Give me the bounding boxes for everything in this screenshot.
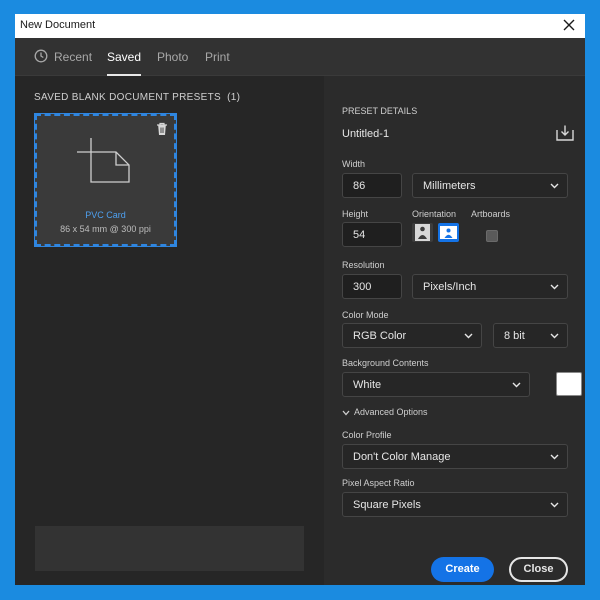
width-unit-value: Millimeters (423, 179, 476, 192)
resolution-label: Resolution (342, 260, 385, 270)
artboards-label: Artboards (471, 209, 511, 219)
chevron-down-icon (550, 454, 559, 459)
title-bar: New Document (15, 14, 585, 38)
width-unit-select[interactable]: Millimeters (412, 173, 568, 198)
color-profile-label: Color Profile (342, 430, 392, 440)
height-input[interactable]: 54 (342, 222, 402, 247)
tab-photo[interactable]: Photo (157, 50, 188, 76)
bit-depth-select[interactable]: 8 bit (493, 323, 568, 348)
color-profile-value: Don't Color Manage (353, 450, 451, 463)
tab-saved[interactable]: Saved (107, 50, 142, 76)
background-contents-select[interactable]: White (342, 372, 530, 397)
preset-details-heading: PRESET DETAILS (342, 106, 418, 116)
height-label: Height (342, 209, 369, 219)
create-button[interactable]: Create (431, 557, 494, 582)
landscape-orientation-button[interactable] (438, 223, 459, 242)
presets-pane: SAVED BLANK DOCUMENT PRESETS (1) PVC Car… (15, 76, 324, 585)
background-contents-label: Background Contents (342, 358, 429, 368)
save-preset-icon[interactable] (556, 125, 574, 141)
preset-dimensions: 86 x 54 mm @ 300 ppi (60, 224, 151, 234)
resolution-unit-value: Pixels/Inch (423, 280, 477, 293)
document-name-field[interactable]: Untitled-1 (342, 122, 546, 146)
chevron-down-icon (464, 333, 473, 338)
resolution-input[interactable]: 300 (342, 274, 402, 299)
window-title: New Document (20, 19, 96, 31)
chevron-down-icon (550, 284, 559, 289)
width-label: Width (342, 159, 366, 169)
chevron-down-icon (512, 382, 521, 387)
window-close-icon[interactable] (559, 15, 579, 35)
chevron-down-icon (550, 183, 559, 188)
color-mode-select[interactable]: RGB Color (342, 323, 482, 348)
presets-count: (1) (227, 92, 241, 103)
blank-document-icon (77, 138, 133, 184)
artboards-checkbox[interactable] (486, 230, 498, 242)
chevron-down-icon (550, 502, 559, 507)
presets-section-title: SAVED BLANK DOCUMENT PRESETS (1) (34, 92, 240, 103)
preset-name: PVC Card (85, 210, 126, 220)
pixel-aspect-ratio-value: Square Pixels (353, 498, 421, 511)
preset-info-panel (35, 526, 304, 571)
advanced-options-label: Advanced Options (354, 407, 428, 417)
width-input[interactable]: 86 (342, 173, 402, 198)
chevron-down-icon (550, 333, 559, 338)
tab-bar: Recent Saved Photo Print (15, 38, 585, 76)
new-document-dialog: New Document Recent Saved Photo Print SA… (15, 14, 585, 585)
preset-card-pvc-card[interactable]: PVC Card 86 x 54 mm @ 300 ppi (34, 113, 177, 247)
pixel-aspect-ratio-label: Pixel Aspect Ratio (342, 478, 415, 488)
portrait-orientation-button[interactable] (412, 223, 433, 242)
clock-icon (34, 49, 48, 63)
resolution-unit-select[interactable]: Pixels/Inch (412, 274, 568, 299)
presets-section-label: SAVED BLANK DOCUMENT PRESETS (34, 92, 221, 103)
trash-icon[interactable] (156, 122, 168, 136)
tab-print[interactable]: Print (205, 50, 230, 76)
color-mode-label: Color Mode (342, 310, 389, 320)
background-contents-value: White (353, 378, 382, 391)
color-mode-value: RGB Color (353, 329, 407, 342)
background-color-swatch[interactable] (556, 372, 582, 396)
preset-details-pane: PRESET DETAILS Untitled-1 Width 86 Milli… (324, 76, 585, 585)
landscape-icon (440, 226, 457, 239)
orientation-label: Orientation (412, 209, 457, 219)
tab-recent[interactable]: Recent (54, 50, 92, 76)
bit-depth-value: 8 bit (504, 329, 525, 342)
chevron-down-icon (342, 410, 350, 416)
pixel-aspect-ratio-select[interactable]: Square Pixels (342, 492, 568, 517)
close-button[interactable]: Close (509, 557, 568, 582)
portrait-icon (415, 224, 430, 241)
advanced-options-toggle[interactable]: Advanced Options (342, 407, 428, 417)
color-profile-select[interactable]: Don't Color Manage (342, 444, 568, 469)
